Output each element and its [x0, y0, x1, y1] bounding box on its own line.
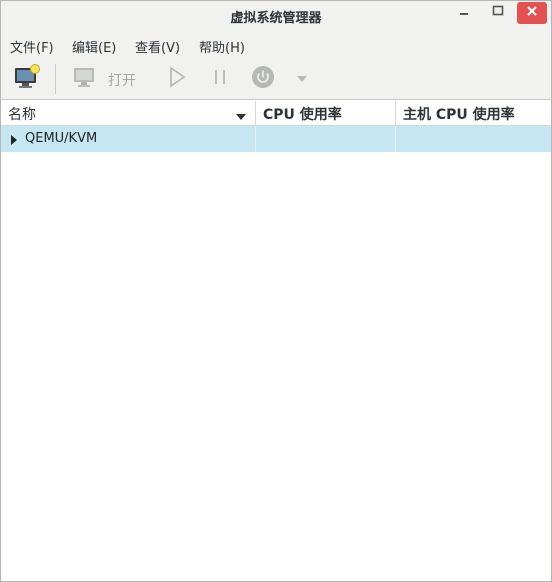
new-vm-button[interactable]: [13, 64, 41, 94]
shutdown-menu-button[interactable]: [293, 70, 311, 88]
column-header-host-cpu[interactable]: 主机 CPU 使用率: [396, 101, 551, 125]
power-icon: [251, 65, 275, 93]
new-vm-icon: [13, 64, 41, 94]
column-header-name-label: 名称: [8, 107, 36, 123]
column-header-host-cpu-label: 主机 CPU 使用率: [403, 107, 515, 123]
minimize-icon: [458, 5, 470, 21]
maximize-button[interactable]: [485, 2, 511, 24]
close-button[interactable]: [517, 2, 547, 24]
pause-button[interactable]: [207, 66, 233, 92]
toolbar: 打开: [1, 58, 551, 100]
menu-help[interactable]: 帮助(H): [199, 37, 245, 56]
table-header: 名称 CPU 使用率 主机 CPU 使用率: [1, 101, 551, 126]
open-console-button[interactable]: [71, 66, 97, 92]
pause-icon: [210, 65, 230, 93]
monitor-icon: [71, 65, 97, 93]
table-cell-cpu: [256, 126, 396, 152]
menu-view[interactable]: 查看(V): [135, 37, 180, 56]
run-button[interactable]: [163, 66, 189, 92]
menu-bar: 文件(F) 编辑(E) 查看(V) 帮助(H): [1, 32, 551, 58]
column-header-name[interactable]: 名称: [1, 101, 256, 125]
expander-arrow-icon[interactable]: [10, 134, 18, 149]
sort-down-icon: [235, 110, 247, 125]
table-cell-host-cpu: [396, 126, 551, 152]
menu-file[interactable]: 文件(F): [10, 37, 54, 56]
open-label: 打开: [108, 73, 136, 89]
play-icon: [165, 65, 187, 93]
minimize-button[interactable]: [451, 2, 477, 24]
table-row[interactable]: QEMU/KVM: [1, 126, 551, 152]
column-header-cpu[interactable]: CPU 使用率: [256, 101, 396, 125]
column-header-cpu-label: CPU 使用率: [263, 107, 342, 123]
connection-name: QEMU/KVM: [25, 131, 98, 146]
table-cell-name: QEMU/KVM: [1, 126, 256, 152]
close-icon: [526, 5, 538, 21]
shutdown-button[interactable]: [249, 65, 277, 93]
toolbar-separator: [55, 64, 56, 94]
maximize-icon: [492, 5, 504, 21]
menu-edit[interactable]: 编辑(E): [72, 37, 116, 56]
dropdown-arrow-icon: [296, 72, 308, 87]
app-window: 虚拟系统管理器 文件(F) 编辑(E) 查看(V) 帮助(H) 打开 名称 CP…: [0, 0, 552, 582]
title-bar: 虚拟系统管理器: [1, 1, 551, 32]
